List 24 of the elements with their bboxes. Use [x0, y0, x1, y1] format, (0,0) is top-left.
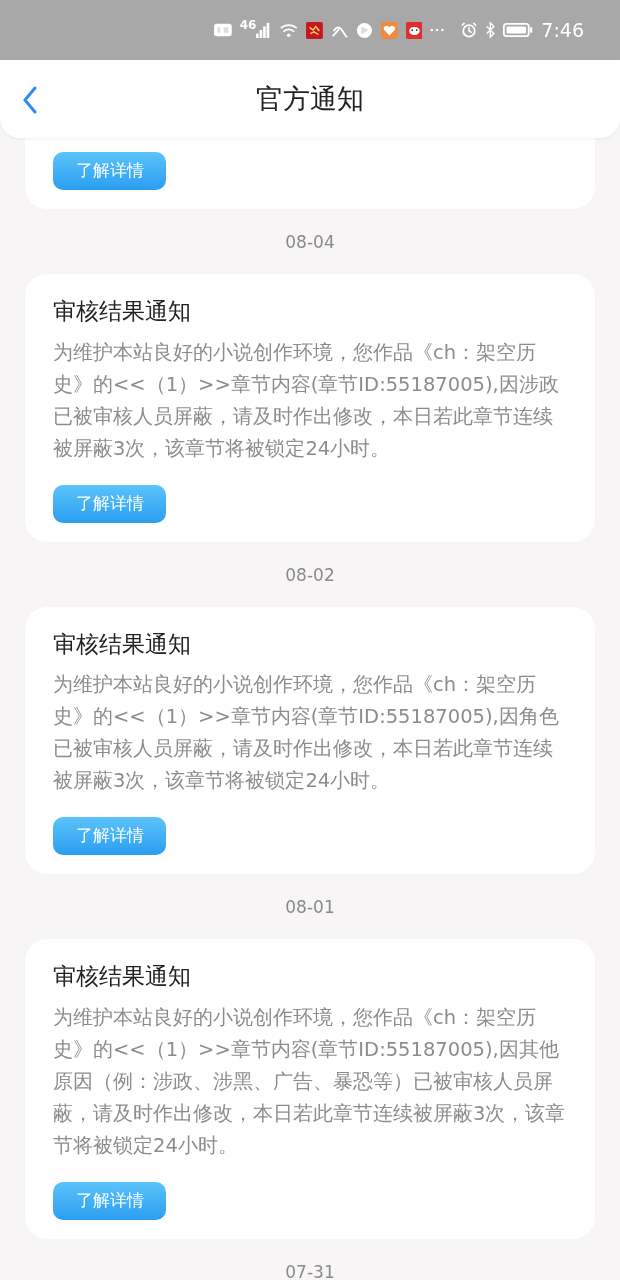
back-icon[interactable] — [22, 86, 38, 114]
status-time: 7:46 — [541, 17, 584, 43]
details-button[interactable]: 了解详情 — [53, 152, 166, 190]
date-label: 08-01 — [284, 896, 336, 919]
details-button[interactable]: 了解详情 — [53, 1181, 166, 1220]
notice-body: 为维护本站良好的小说创作环境，您作品《ch：架空历史》的<<（1）>>章节内容(章节ID:55187005),因其他原因（例：涉政、涉黑、广告、暴恐等）已被审核人员屏蔽，请及时作出修改，本日若此章节连续被屏蔽3次，该章节将被锁定24小时。 — [53, 1004, 567, 1159]
date-label: 07-31 — [284, 1260, 336, 1280]
notice-title: 审核结果通知 — [53, 297, 192, 326]
details-button[interactable]: 了解详情 — [53, 817, 166, 855]
more-icon — [430, 27, 445, 33]
network-type: 46 — [239, 17, 257, 34]
alarm-icon — [460, 21, 477, 39]
date-label: 08-02 — [284, 563, 336, 587]
page-title: 官方通知 — [256, 81, 364, 116]
notice-title: 审核结果通知 — [53, 629, 192, 659]
wifi-icon — [278, 21, 299, 39]
battery-icon — [503, 21, 534, 39]
bluetooth-icon — [484, 21, 496, 39]
notice-title: 审核结果通知 — [53, 962, 192, 991]
date-label: 08-04 — [284, 231, 336, 254]
signal-icon — [256, 21, 271, 39]
notice-body: 为维护本站良好的小说创作环境，您作品《ch：架空历史》的<<（1）>>章节内容(章节ID:55187005),因角色已被审核人员屏蔽，请及时作出修改，本日若此章节连续被屏蔽3次，该章节将被锁定24小时。 — [53, 672, 560, 794]
details-button[interactable]: 了解详情 — [53, 484, 166, 523]
notice-body: 为维护本站良好的小说创作环境，您作品《ch：架空历史》的<<（1）>>章节内容(章节ID:55187005),因涉政已被审核人员屏蔽，请及时作出修改，本日若此章节连续被屏蔽3次，该章节将被锁定24小时。 — [53, 339, 560, 462]
